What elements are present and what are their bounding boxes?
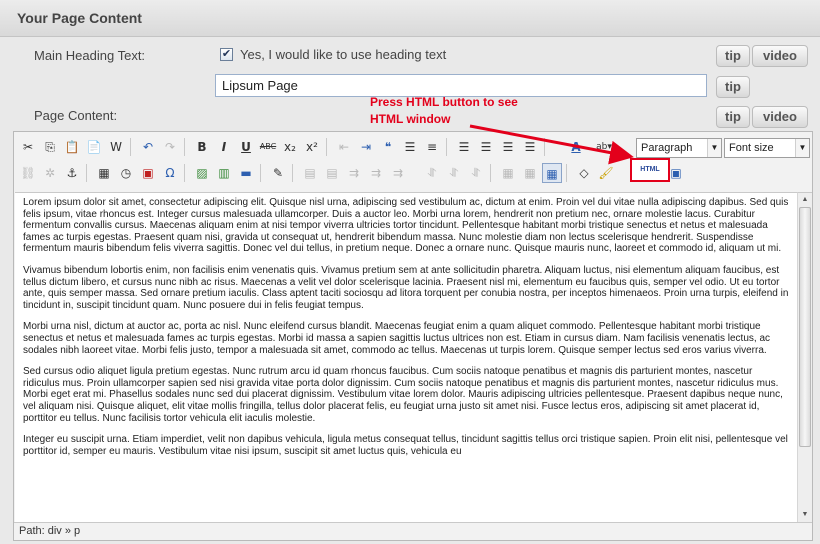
toolbar-separator: [566, 164, 567, 182]
row-before-icon[interactable]: ⇉: [344, 163, 364, 183]
panel-title: Your Page Content: [17, 10, 142, 26]
annotation-line-2: HTML window: [370, 112, 451, 126]
paste-word-icon[interactable]: W: [106, 137, 126, 157]
fullscreen-icon[interactable]: ▣: [666, 163, 686, 183]
col-before-icon[interactable]: ⥯: [422, 163, 442, 183]
undo-icon[interactable]: ↶: [138, 137, 158, 157]
anchor-icon[interactable]: ⚓: [62, 163, 82, 183]
align-center-icon[interactable]: ☰: [476, 137, 496, 157]
col-after-icon[interactable]: ⥯: [444, 163, 464, 183]
editor-content-area[interactable]: Lorem ipsum dolor sit amet, consectetur …: [15, 192, 797, 522]
link-icon[interactable]: ⛓: [18, 163, 38, 183]
content-paragraph: Vivamus bibendum lobortis enim, non faci…: [23, 264, 789, 311]
insert-date-icon[interactable]: ▦: [94, 163, 114, 183]
special-char-icon[interactable]: Ω: [160, 163, 180, 183]
html-button[interactable]: HTML: [630, 158, 670, 182]
title-tip-button[interactable]: tip: [716, 76, 750, 98]
blockquote-icon[interactable]: ❝: [378, 137, 398, 157]
horizontal-rule-icon[interactable]: ▬: [236, 163, 256, 183]
use-heading-checkbox[interactable]: ✔: [220, 48, 233, 61]
insert-time-icon[interactable]: ◷: [116, 163, 136, 183]
page-content-label: Page Content:: [34, 108, 118, 123]
merge-cells-icon[interactable]: ▦: [498, 163, 518, 183]
toolbar-separator: [130, 138, 131, 156]
superscript-icon[interactable]: x₂: [280, 137, 300, 157]
split-cells-icon[interactable]: ▦: [520, 163, 540, 183]
annotation-callout: Press HTML button to see HTML window: [370, 94, 518, 128]
table-delete-icon[interactable]: ▤: [322, 163, 342, 183]
chevron-down-icon: ▼: [795, 139, 809, 157]
unlink-icon[interactable]: ✲: [40, 163, 60, 183]
align-right-icon[interactable]: ☰: [498, 137, 518, 157]
eraser-icon[interactable]: ◇: [574, 163, 594, 183]
copy-icon[interactable]: ⎘: [40, 137, 60, 157]
template-icon[interactable]: ▥: [214, 163, 234, 183]
toolbar-separator: [86, 164, 87, 182]
content-tip-button[interactable]: tip: [716, 106, 750, 128]
toolbar-separator: [184, 164, 185, 182]
toolbar-row-2: ⛓ ✲ ⚓ ▦ ◷ ▣ Ω ▨ ▥ ▬ ✎ ▤ ▤ ⇉ ⇉ ⇉ ⥯ ⥯ ⥯ ▦ …: [14, 158, 812, 186]
strikethrough-icon[interactable]: ABC: [258, 137, 278, 157]
toolbar-separator: [490, 164, 491, 182]
toolbar-separator: [292, 164, 293, 182]
fontsize-select[interactable]: Font size ▼: [724, 138, 810, 158]
scroll-down-icon[interactable]: ▼: [798, 508, 812, 522]
italic-icon[interactable]: I: [214, 137, 234, 157]
element-path: Path: div » p: [19, 525, 81, 537]
bold-icon[interactable]: B: [192, 137, 212, 157]
heading-tip-button[interactable]: tip: [716, 45, 750, 67]
heading-video-button[interactable]: video: [752, 45, 808, 67]
content-paragraph: Lorem ipsum dolor sit amet, consectetur …: [23, 197, 789, 255]
fontsize-select-value: Font size: [729, 142, 774, 154]
rich-text-editor: ✂ ⎘ 📋 📄 W ↶ ↷ B I U ABC x₂ x² ⇤ ⇥ ❝ ☰ ≡ …: [13, 131, 813, 541]
content-video-button[interactable]: video: [752, 106, 808, 128]
main-heading-label: Main Heading Text:: [34, 48, 146, 63]
content-paragraph: Morbi urna nisl, dictum at auctor ac, po…: [23, 321, 771, 356]
chevron-down-icon: ▼: [707, 139, 721, 157]
editor-scrollbar[interactable]: ▲ ▼: [797, 192, 812, 522]
format-select[interactable]: Paragraph ▼: [636, 138, 722, 158]
row-delete-icon[interactable]: ⇉: [388, 163, 408, 183]
align-justify-icon[interactable]: ☰: [520, 137, 540, 157]
media-icon[interactable]: ▣: [138, 163, 158, 183]
toolbar-separator: [326, 138, 327, 156]
col-delete-icon[interactable]: ⥯: [466, 163, 486, 183]
superscript-alt-icon[interactable]: x²: [302, 137, 322, 157]
align-left-icon[interactable]: ☰: [454, 137, 474, 157]
row-after-icon[interactable]: ⇉: [366, 163, 386, 183]
cut-icon[interactable]: ✂: [18, 137, 38, 157]
outdent-icon[interactable]: ⇤: [334, 137, 354, 157]
table-props-icon[interactable]: ▤: [300, 163, 320, 183]
paste-text-icon[interactable]: 📄: [84, 137, 104, 157]
panel-header: Your Page Content: [0, 0, 820, 37]
numbered-list-icon[interactable]: ≡: [422, 137, 442, 157]
image-icon[interactable]: ▨: [192, 163, 212, 183]
indent-icon[interactable]: ⇥: [356, 137, 376, 157]
scrollbar-thumb[interactable]: [799, 207, 811, 447]
redo-icon[interactable]: ↷: [160, 137, 180, 157]
toolbar-separator: [260, 164, 261, 182]
toolbar-row-1: ✂ ⎘ 📋 📄 W ↶ ↷ B I U ABC x₂ x² ⇤ ⇥ ❝ ☰ ≡ …: [14, 134, 812, 160]
toolbar-separator: [446, 138, 447, 156]
bullet-list-icon[interactable]: ☰: [400, 137, 420, 157]
toolbar-separator: [544, 138, 545, 156]
content-paragraph: Sed cursus odio aliquet ligula pretium e…: [23, 366, 783, 424]
use-heading-checkbox-label[interactable]: Yes, I would like to use heading text: [240, 47, 446, 62]
edit-icon[interactable]: ✎: [268, 163, 288, 183]
format-select-value: Paragraph: [641, 142, 693, 154]
underline-icon[interactable]: U: [236, 137, 256, 157]
text-color-icon[interactable]: A: [566, 137, 586, 157]
paste-icon[interactable]: 📋: [62, 137, 82, 157]
annotation-line-1: Press HTML button to see: [370, 95, 518, 109]
background-color-icon[interactable]: ab▾: [594, 137, 614, 157]
cleanup-icon[interactable]: 🖌: [596, 163, 616, 183]
content-paragraph: Integer eu suscipit urna. Etiam imperdie…: [23, 434, 788, 457]
editor-statusbar: Path: div » p: [14, 522, 812, 540]
table-icon[interactable]: ▦: [542, 163, 562, 183]
toolbar-separator: [184, 138, 185, 156]
scroll-up-icon[interactable]: ▲: [798, 193, 812, 207]
